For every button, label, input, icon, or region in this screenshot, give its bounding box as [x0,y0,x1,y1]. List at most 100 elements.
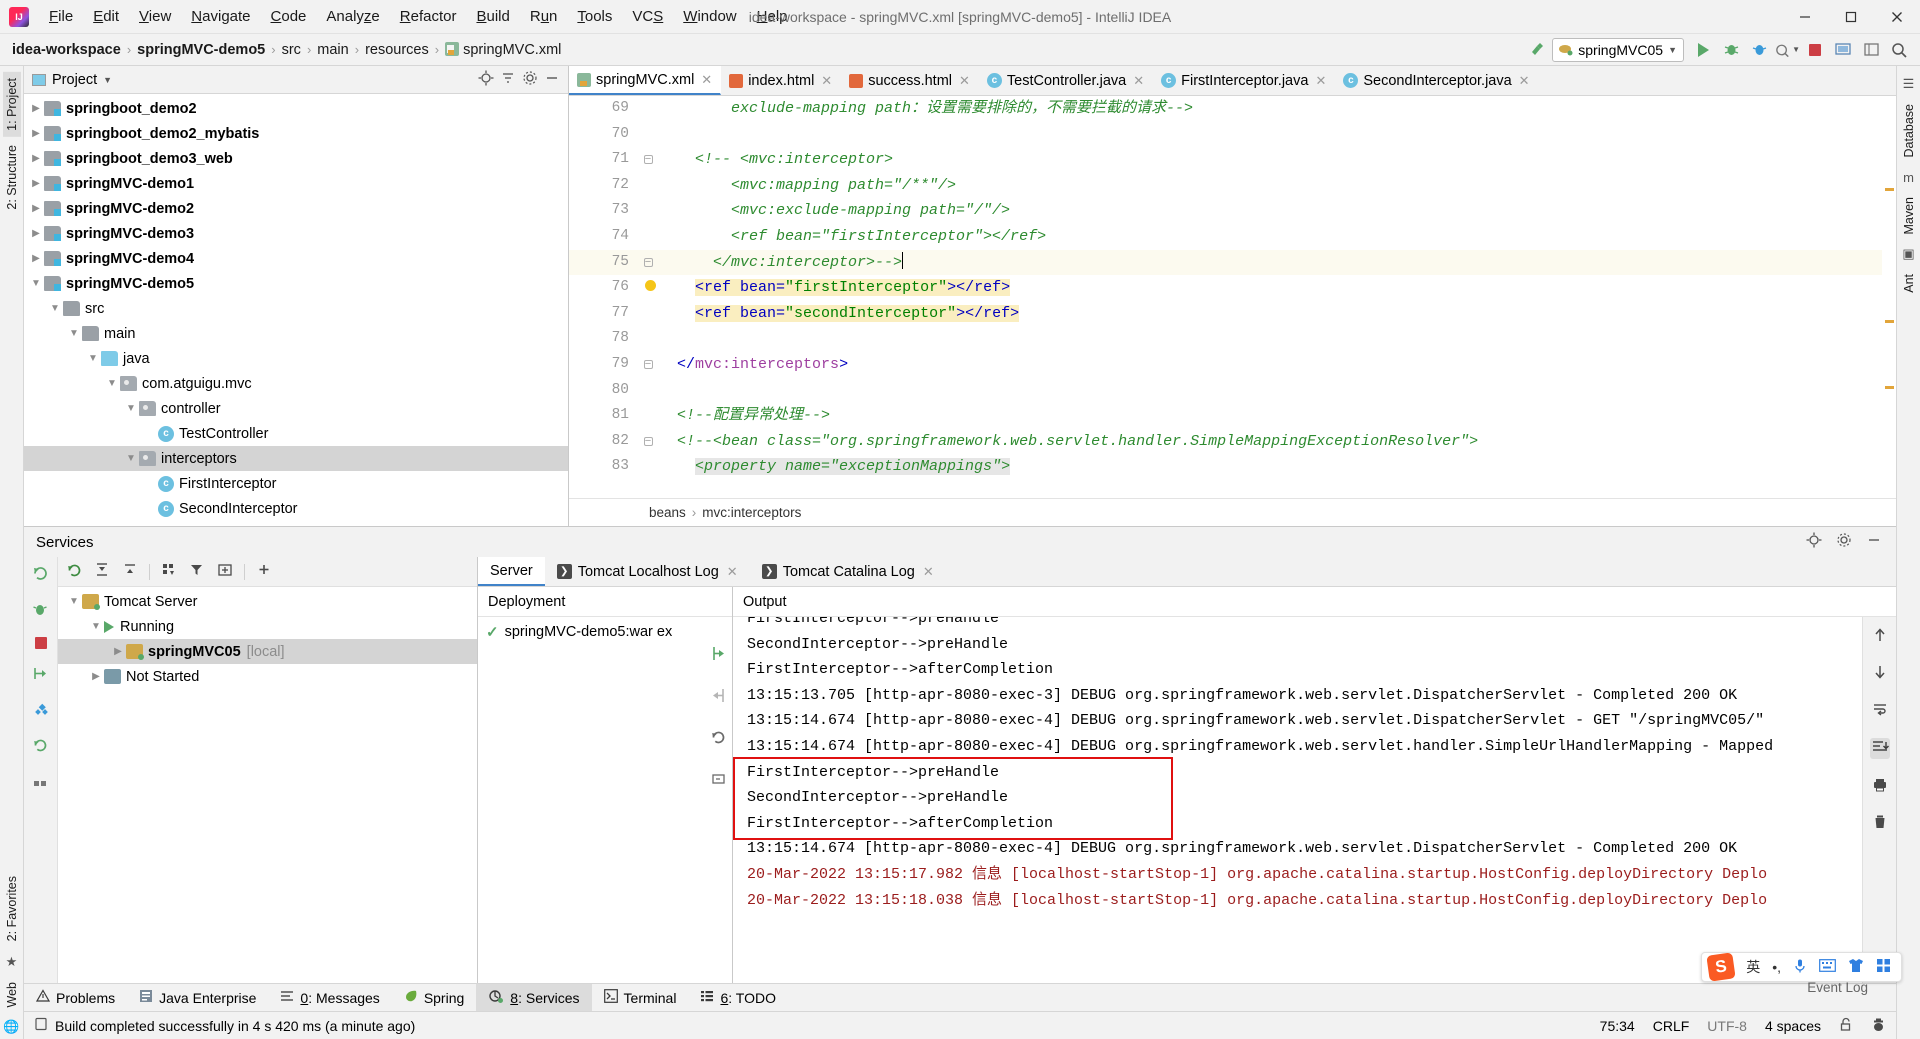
run-configuration-selector[interactable]: springMVC05 ▼ [1552,37,1684,62]
sidebar-item-project[interactable]: 1: Project [2,72,21,137]
hide-icon[interactable] [544,70,560,89]
editor-fold-column[interactable]: − − − − [637,96,659,498]
locate-icon[interactable] [1806,532,1822,552]
tool-window-button[interactable]: 0: Messages [268,984,391,1011]
trash-icon[interactable] [1872,814,1888,833]
tree-node[interactable]: ▶ springMVC-demo2 [24,196,568,221]
restart-icon[interactable] [710,771,727,791]
chevron-down-icon[interactable]: ▼ [104,378,120,389]
scroll-down-icon[interactable] [1872,664,1888,683]
menu-help[interactable]: Help [747,4,798,29]
tree-node[interactable]: c TestController [24,421,568,446]
rerun-icon[interactable] [66,562,83,582]
run-with-coverage-button[interactable] [1746,38,1772,62]
event-log-label[interactable]: Event Log [1807,980,1868,995]
code-line[interactable]: <mvc:mapping path="/**"/> [659,173,1882,199]
tool-window-button[interactable]: Spring [392,984,476,1011]
services-tree-node[interactable]: ▶ Not Started [58,664,477,689]
caret-position[interactable]: 75:34 [1600,1018,1635,1034]
tool-window-button[interactable]: Problems [24,984,127,1011]
tree-node[interactable]: c FirstInterceptor [24,471,568,496]
expand-all-icon[interactable] [93,561,111,582]
redeploy-icon[interactable] [710,729,727,749]
deployment-item[interactable]: ✓ springMVC-demo5:war ex [478,617,704,647]
code-line[interactable]: <property name="exceptionMappings"> [659,454,1882,480]
sidebar-item-maven[interactable]: Maven [1900,191,1918,241]
chevron-right-icon[interactable]: ▶ [28,153,44,164]
close-icon[interactable]: ✕ [821,73,832,89]
update-application-icon[interactable] [1830,38,1856,62]
menu-window[interactable]: Window [673,4,746,29]
chevron-right-icon[interactable]: ▶ [28,103,44,114]
database-icon[interactable]: ☰ [1903,76,1915,92]
inspection-face-icon[interactable] [1871,1017,1886,1035]
services-tree-node[interactable]: ▼ Running [58,614,477,639]
menu-vcs[interactable]: VCS [622,4,673,29]
services-tree[interactable]: ▼ Tomcat Server ▼ Running ▶ springMVC05 [local… [58,587,477,983]
tree-node[interactable]: ▶ springMVC-demo1 [24,171,568,196]
keyboard-icon[interactable] [1819,959,1836,975]
chevron-right-icon[interactable]: ▶ [28,178,44,189]
breadcrumb-item-workspace[interactable]: idea-workspace [8,41,125,59]
chevron-right-icon[interactable]: ▶ [28,253,44,264]
services-tree-node[interactable]: ▼ Tomcat Server [58,589,477,614]
chevron-right-icon[interactable]: ▶ [88,671,104,682]
minimize-button[interactable] [1782,0,1828,34]
debug-button[interactable] [1718,38,1744,62]
star-icon[interactable]: ★ [6,954,18,970]
editor-tab[interactable]: springMVC.xml ✕ [569,66,722,95]
search-everywhere-icon[interactable] [1886,38,1912,62]
project-tree[interactable]: ▶ springboot_demo2 ▶ springboot_demo2_mybat… [24,94,568,526]
settings-gear-icon[interactable] [1858,38,1884,62]
editor-tab[interactable]: c FirstInterceptor.java ✕ [1153,66,1335,95]
menu-code[interactable]: Code [261,4,317,29]
web-icon[interactable]: 🌐 [3,1019,19,1035]
maximize-button[interactable] [1828,0,1874,34]
scroll-to-end-icon[interactable] [1869,738,1890,759]
chevron-down-icon[interactable]: ▼ [66,596,82,607]
soft-wrap-icon[interactable] [1872,701,1888,720]
tree-node[interactable]: ▼ java [24,346,568,371]
stop-icon[interactable] [34,637,47,649]
console-output[interactable]: FirstInterceptor-->preHandle SecondInterc… [733,617,1862,983]
refresh-icon[interactable] [32,737,49,757]
tree-node[interactable]: c SecondInterceptor [24,496,568,521]
code-line[interactable]: <!-- <mvc:interceptor> [659,147,1882,173]
tree-node[interactable]: ▼ interceptors [24,446,568,471]
indent-setting[interactable]: 4 spaces [1765,1018,1821,1034]
code-line[interactable]: </mvc:interceptors> [659,352,1882,378]
code-line[interactable]: <ref bean="firstInterceptor"></ref> [659,224,1882,250]
code-line[interactable]: <ref bean="firstInterceptor"></ref> [659,275,1882,301]
filter-icon[interactable] [188,561,206,582]
breadcrumb-item-main[interactable]: main [313,41,352,59]
tree-node[interactable]: ▼ main [24,321,568,346]
tool-window-button[interactable]: 8: Services [476,984,592,1011]
print-icon[interactable] [1872,777,1888,796]
gear-icon[interactable] [1836,532,1852,552]
line-separator[interactable]: CRLF [1653,1018,1690,1034]
menu-navigate[interactable]: Navigate [181,4,260,29]
sidebar-item-ant[interactable]: Ant [1900,268,1918,299]
fold-marker-icon[interactable]: − [637,249,659,292]
stop-button[interactable] [1802,38,1828,62]
sidebar-item-database[interactable]: Database [1900,98,1918,164]
run-button[interactable] [1690,38,1716,62]
rerun-icon[interactable] [32,565,49,585]
close-icon[interactable]: ✕ [1519,73,1530,89]
editor-code[interactable]: exclude-mapping path：设置需要排除的，不需要拦截的请求-->… [659,96,1882,498]
close-icon[interactable]: ✕ [1315,73,1326,89]
group-icon[interactable] [160,561,178,582]
sogou-input-icon[interactable]: S [1706,952,1736,982]
tree-node[interactable]: ▶ springboot_demo3_web [24,146,568,171]
services-tab[interactable]: ❯ Tomcat Localhost Log ✕ [545,557,750,586]
unlocked-icon[interactable] [1839,1017,1853,1035]
code-line[interactable] [659,378,1882,404]
collapse-all-icon[interactable] [121,561,139,582]
skin-icon[interactable] [1848,958,1864,977]
deploy-icon[interactable] [32,665,49,685]
fold-marker-icon[interactable]: − [637,352,659,378]
code-line[interactable]: </mvc:interceptor>--> [659,249,1882,276]
code-line[interactable]: <!--配置异常处理--> [659,403,1882,429]
intention-bulb-icon[interactable] [644,280,656,292]
services-tab[interactable]: ❯ Tomcat Catalina Log ✕ [750,557,946,586]
